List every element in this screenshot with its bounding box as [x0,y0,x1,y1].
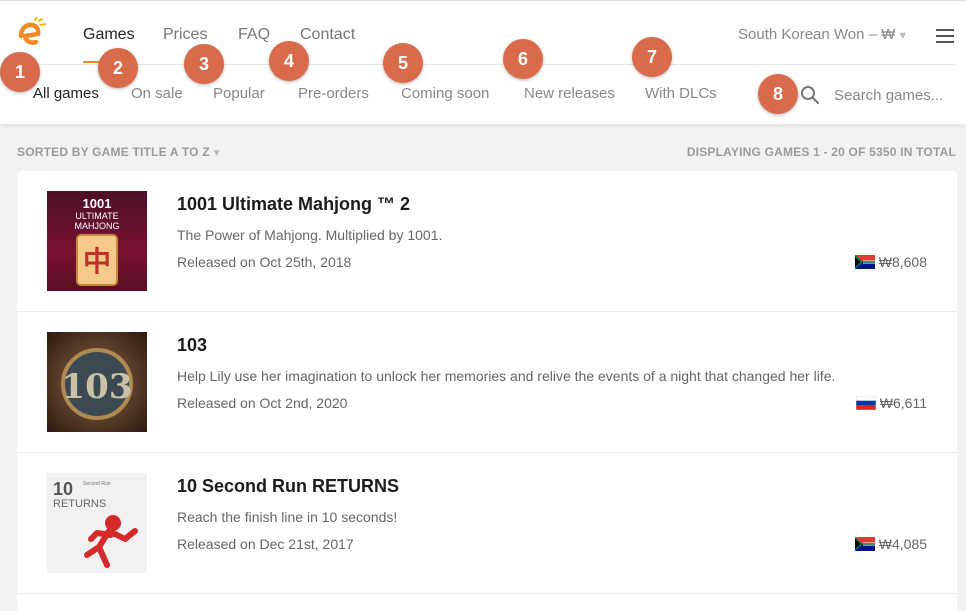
currency-selector[interactable]: South Korean Won – ₩ ▼ [738,26,908,43]
game-thumbnail: 1001 ULTIMATE MAHJONG 中 [47,191,147,291]
currency-label: South Korean Won – ₩ [738,26,896,43]
search-icon[interactable] [800,85,820,105]
list-item[interactable]: 10 Second Run RETURNS 10 Second Run RETU… [17,453,957,594]
nav-games[interactable]: Games [83,26,135,44]
game-thumbnail: 10 Second Run RETURNS [47,473,147,573]
chevron-down-icon: ▼ [897,30,909,42]
sort-dropdown[interactable]: SORTED BY GAME TITLE A TO Z ▼ [17,145,222,159]
annotation-badge-4: 4 [269,41,309,81]
games-list: 1001 ULTIMATE MAHJONG 中 1001 Ultimate Ma… [17,171,957,611]
tab-on-sale[interactable]: On sale [131,85,183,102]
site-logo-icon[interactable] [17,17,47,49]
game-price: ₩4,085 [854,536,927,552]
tab-new-releases[interactable]: New releases [524,85,615,102]
thumb-text: RETURNS [53,498,106,510]
game-price: ₩6,611 [855,395,927,411]
thumb-text: 103 [62,367,133,407]
tab-pre-orders[interactable]: Pre-orders [298,85,369,102]
game-description: Reach the finish line in 10 seconds! [177,509,398,525]
game-thumbnail: 103 [47,332,147,432]
header-divider [17,64,957,65]
site-header: Games Prices FAQ Contact South Korean Wo… [0,0,966,124]
annotation-badge-7: 7 [632,37,672,77]
game-title[interactable]: 103 [177,335,207,356]
annotation-badge-8: 8 [758,74,798,114]
release-date: Released on Oct 25th, 2018 [177,254,352,270]
game-description: Help Lily use her imagination to unlock … [177,368,836,384]
tab-popular[interactable]: Popular [213,85,265,102]
game-title[interactable]: 10 Second Run RETURNS [177,476,399,497]
price-value: ₩4,085 [878,536,927,552]
annotation-badge-2: 2 [98,48,138,88]
thumb-text: MAHJONG [75,221,120,231]
south-africa-flag-icon [854,255,875,269]
game-title[interactable]: 1001 Ultimate Mahjong ™ 2 [177,194,410,215]
nav-contact[interactable]: Contact [300,26,355,44]
russia-flag-icon [855,396,876,410]
tab-coming-soon[interactable]: Coming soon [401,85,489,102]
release-date: Released on Oct 2nd, 2020 [177,395,348,411]
price-value: ₩8,608 [878,254,927,270]
annotation-badge-5: 5 [383,43,423,83]
annotation-badge-3: 3 [184,44,224,84]
game-price: ₩8,608 [854,254,927,270]
active-nav-underline [83,61,100,63]
annotation-badge-6: 6 [503,39,543,79]
annotation-badge-1: 1 [0,52,40,92]
south-africa-flag-icon [854,537,875,551]
list-item[interactable]: 1001 ULTIMATE MAHJONG 中 1001 Ultimate Ma… [17,171,957,312]
thumb-text: 中 [83,245,111,278]
nav-prices[interactable]: Prices [163,26,207,44]
nav-faq[interactable]: FAQ [238,26,270,44]
tab-all-games[interactable]: All games [33,85,99,102]
thumb-text: 1001 [83,196,112,211]
thumb-text: Second Run [83,481,111,487]
game-description: The Power of Mahjong. Multiplied by 1001… [177,227,443,243]
sort-label: SORTED BY GAME TITLE A TO Z [17,145,210,159]
list-item[interactable]: 103 103 Help Lily use her imagination to… [17,312,957,453]
chevron-down-icon: ▼ [211,148,222,159]
results-count: DISPLAYING GAMES 1 - 20 OF 5350 IN TOTAL [686,145,956,159]
release-date: Released on Dec 21st, 2017 [177,536,354,552]
thumb-text: 10 [53,479,73,499]
price-value: ₩6,611 [879,395,927,411]
thumb-text: ULTIMATE [75,211,118,221]
search-input[interactable] [828,81,956,109]
menu-icon[interactable] [936,29,954,43]
tab-with-dlcs[interactable]: With DLCs [645,85,717,102]
